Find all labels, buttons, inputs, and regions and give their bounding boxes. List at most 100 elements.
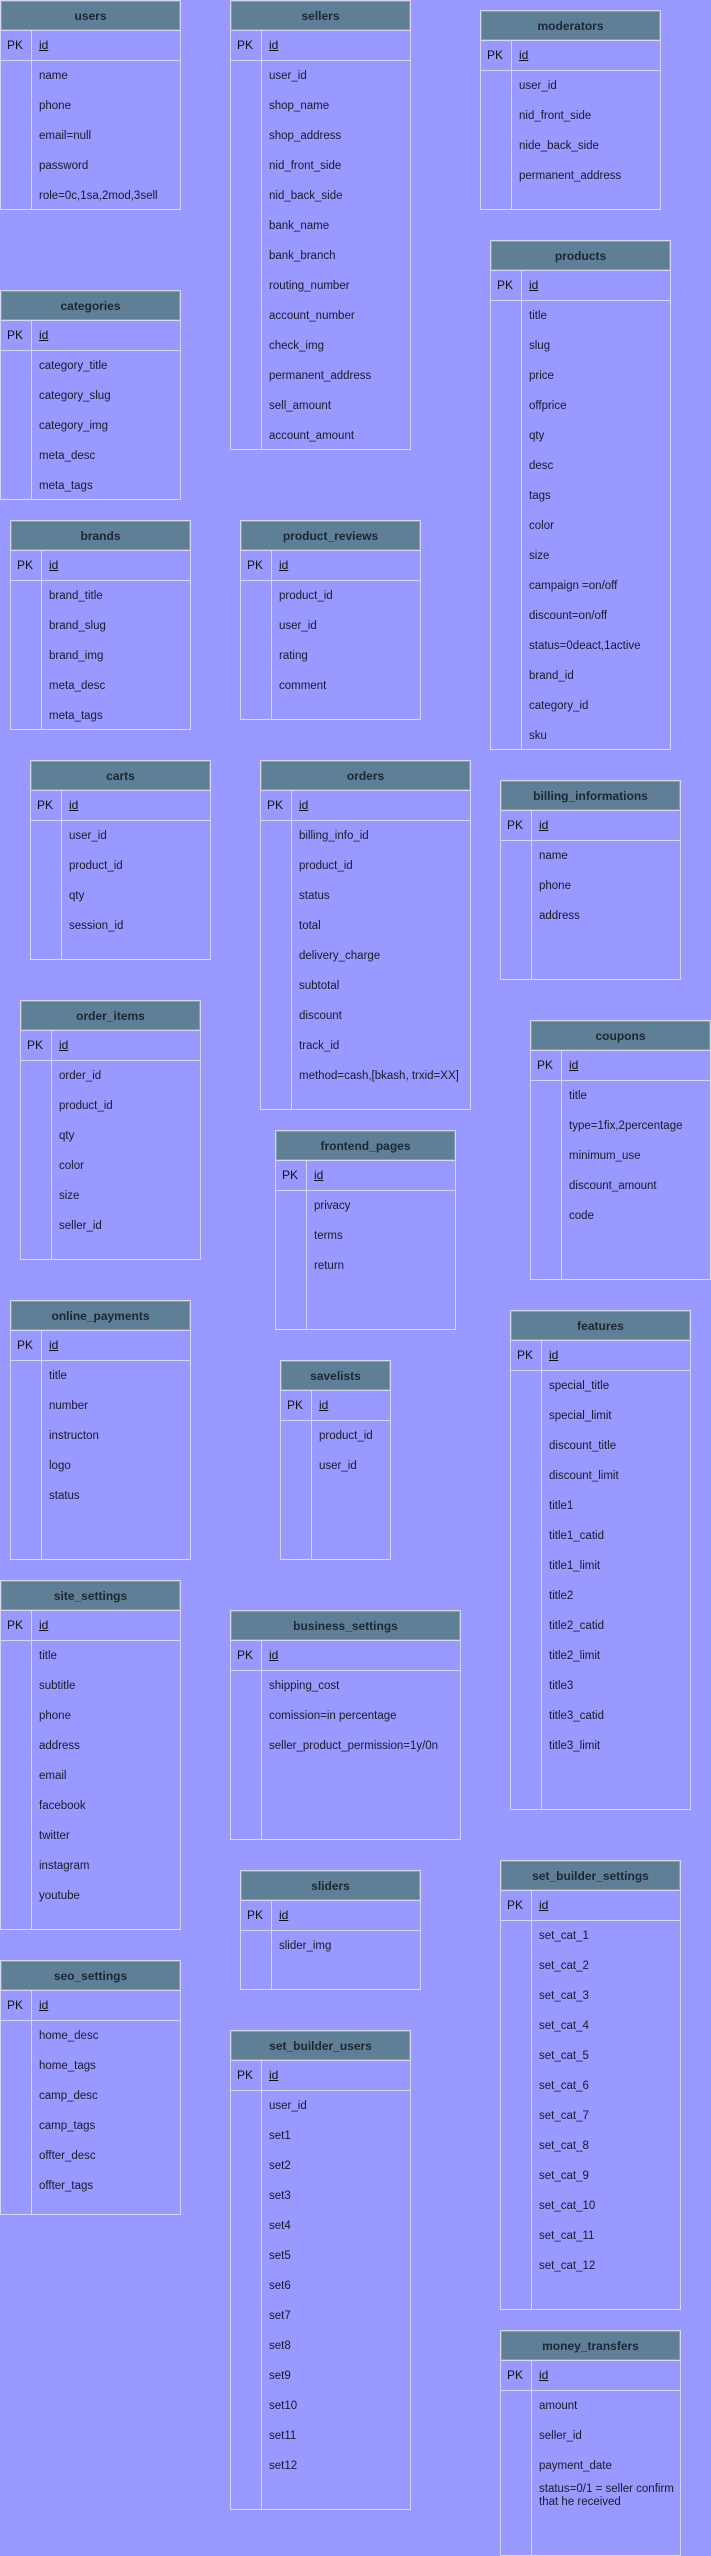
table-field: minimum_use bbox=[569, 1150, 641, 1162]
table-field: terms bbox=[314, 1230, 343, 1242]
table-field: product_id bbox=[59, 1100, 113, 1112]
pk-field-name: id bbox=[319, 1398, 329, 1412]
field-list: title type=1fix,2percentage minimum_use dis… bbox=[531, 1081, 710, 1231]
table-field: return bbox=[314, 1260, 345, 1272]
table-coupons[interactable]: coupons PK id title type=1fix,2percentage min… bbox=[530, 1020, 711, 1280]
table-field: product_id bbox=[69, 860, 123, 872]
primary-key-row: PK id bbox=[501, 811, 680, 841]
pk-field-name: id bbox=[49, 1338, 59, 1352]
table-field: subtitle bbox=[39, 1680, 76, 1692]
field-list: title slug price offprice qty desc tags color si… bbox=[491, 301, 670, 751]
table-moderators[interactable]: moderators PK id user_id nid_front_side nide_… bbox=[480, 10, 661, 210]
table-field: meta_desc bbox=[49, 680, 106, 692]
pk-label: PK bbox=[17, 558, 34, 572]
table-field: set7 bbox=[269, 2310, 291, 2322]
primary-key-row: PK id bbox=[1, 31, 180, 61]
table-field: shop_address bbox=[269, 130, 342, 142]
field-list: title number instructon logo status bbox=[11, 1361, 190, 1511]
table-field: color bbox=[59, 1160, 84, 1172]
table-field: logo bbox=[49, 1460, 71, 1472]
table-brands[interactable]: brands PK id brand_title brand_slug brand_img… bbox=[10, 520, 191, 730]
table-carts[interactable]: carts PK id user_id product_id qty session_id bbox=[30, 760, 211, 960]
table-field: discount_amount bbox=[569, 1180, 657, 1192]
table-field: permanent_address bbox=[269, 370, 372, 382]
primary-key-row: PK id bbox=[231, 1641, 460, 1671]
table-field: session_id bbox=[69, 920, 124, 932]
pk-label: PK bbox=[507, 2368, 524, 2382]
table-product-reviews[interactable]: product_reviews PK id product_id user_id rati… bbox=[240, 520, 421, 720]
pk-field-name: id bbox=[299, 798, 309, 812]
field-list: set_cat_1 set_cat_2 set_cat_3 set_cat_4 set_… bbox=[501, 1921, 680, 2281]
pk-label: PK bbox=[27, 1038, 44, 1052]
table-sellers[interactable]: sellers PK id user_id shop_name shop_address n… bbox=[230, 0, 411, 450]
table-field: special_limit bbox=[549, 1410, 612, 1422]
primary-key-row: PK id bbox=[11, 551, 190, 581]
table-orders[interactable]: orders PK id billing_info_id product_id statu… bbox=[260, 760, 471, 1110]
table-field: set_cat_12 bbox=[539, 2260, 596, 2272]
table-title: brands bbox=[11, 521, 190, 551]
table-savelists[interactable]: savelists PK id product_id user_id bbox=[280, 1360, 391, 1560]
pk-field-name: id bbox=[39, 328, 49, 342]
table-field: sku bbox=[529, 730, 547, 742]
table-field: email=null bbox=[39, 130, 92, 142]
table-field: nide_back_side bbox=[519, 140, 599, 152]
table-features[interactable]: features PK id special_title special_limit di… bbox=[510, 1310, 691, 1810]
table-set-builder-settings[interactable]: set_builder_settings PK id set_cat_1 set_cat… bbox=[500, 1860, 681, 2310]
pk-field-name: id bbox=[269, 38, 279, 52]
table-title: product_reviews bbox=[241, 521, 420, 551]
table-field: permanent_address bbox=[519, 170, 622, 182]
pk-label: PK bbox=[537, 1058, 554, 1072]
table-title: online_payments bbox=[11, 1301, 190, 1331]
table-title: site_settings bbox=[1, 1581, 180, 1611]
table-products[interactable]: products PK id title slug price offprice qty des… bbox=[490, 240, 671, 750]
table-sliders[interactable]: sliders PK id slider_img bbox=[240, 1870, 421, 1990]
table-field: title2_catid bbox=[549, 1620, 604, 1632]
table-field: qty bbox=[69, 890, 85, 902]
table-seo-settings[interactable]: seo_settings PK id home_desc home_tags camp_d… bbox=[0, 1960, 181, 2215]
primary-key-row: PK id bbox=[261, 791, 470, 821]
table-users[interactable]: users PK id name phone email=null password role… bbox=[0, 0, 181, 210]
table-money-transfers[interactable]: money_transfers PK id amount seller_id paymen… bbox=[500, 2330, 681, 2556]
table-field: status=0/1 = seller confirm that he rece… bbox=[539, 2483, 674, 2508]
table-field: user_id bbox=[519, 80, 557, 92]
table-field: seller_id bbox=[539, 2430, 582, 2442]
table-field: order_id bbox=[59, 1070, 102, 1082]
pk-field-name: id bbox=[539, 818, 549, 832]
table-field: title3 bbox=[549, 1680, 574, 1692]
table-field: delivery_charge bbox=[299, 950, 381, 962]
pk-field-name: id bbox=[569, 1058, 579, 1072]
table-billing-informations[interactable]: billing_informations PK id name phone address bbox=[500, 780, 681, 980]
table-field: product_id bbox=[299, 860, 353, 872]
pk-label: PK bbox=[267, 798, 284, 812]
table-field: account_number bbox=[269, 310, 355, 322]
primary-key-row: PK id bbox=[491, 271, 670, 301]
table-field: user_id bbox=[319, 1460, 357, 1472]
table-field: offprice bbox=[529, 400, 567, 412]
table-set-builder-users[interactable]: set_builder_users PK id user_id set1 set2 set3… bbox=[230, 2030, 411, 2510]
table-site-settings[interactable]: site_settings PK id title subtitle phone addre… bbox=[0, 1580, 181, 1930]
table-field: title3_catid bbox=[549, 1710, 604, 1722]
table-field: set9 bbox=[269, 2370, 291, 2382]
table-field: facebook bbox=[39, 1800, 86, 1812]
table-field: set6 bbox=[269, 2280, 291, 2292]
table-categories[interactable]: categories PK id category_title category_slu… bbox=[0, 290, 181, 500]
table-online-payments[interactable]: online_payments PK id title number instructon… bbox=[10, 1300, 191, 1560]
table-field: desc bbox=[529, 460, 554, 472]
pk-field-name: id bbox=[519, 48, 529, 62]
table-title: features bbox=[511, 1311, 690, 1341]
table-field: qty bbox=[529, 430, 545, 442]
table-field: total bbox=[299, 920, 321, 932]
table-frontend-pages[interactable]: frontend_pages PK id privacy terms return bbox=[275, 1130, 456, 1330]
table-field: set5 bbox=[269, 2250, 291, 2262]
primary-key-row: PK id bbox=[231, 2061, 410, 2091]
primary-key-row: PK id bbox=[1, 321, 180, 351]
field-list: product_id user_id rating comment bbox=[241, 581, 420, 701]
table-order-items[interactable]: order_items PK id order_id product_id qty colo… bbox=[20, 1000, 201, 1260]
table-field: set11 bbox=[269, 2430, 297, 2442]
table-field: title1 bbox=[549, 1500, 574, 1512]
table-field: routing_number bbox=[269, 280, 350, 292]
pk-field-name: id bbox=[49, 558, 59, 572]
table-field: set_cat_1 bbox=[539, 1930, 589, 1942]
table-field: product_id bbox=[279, 590, 333, 602]
table-business-settings[interactable]: business_settings PK id shipping_cost comiss… bbox=[230, 1610, 461, 1840]
